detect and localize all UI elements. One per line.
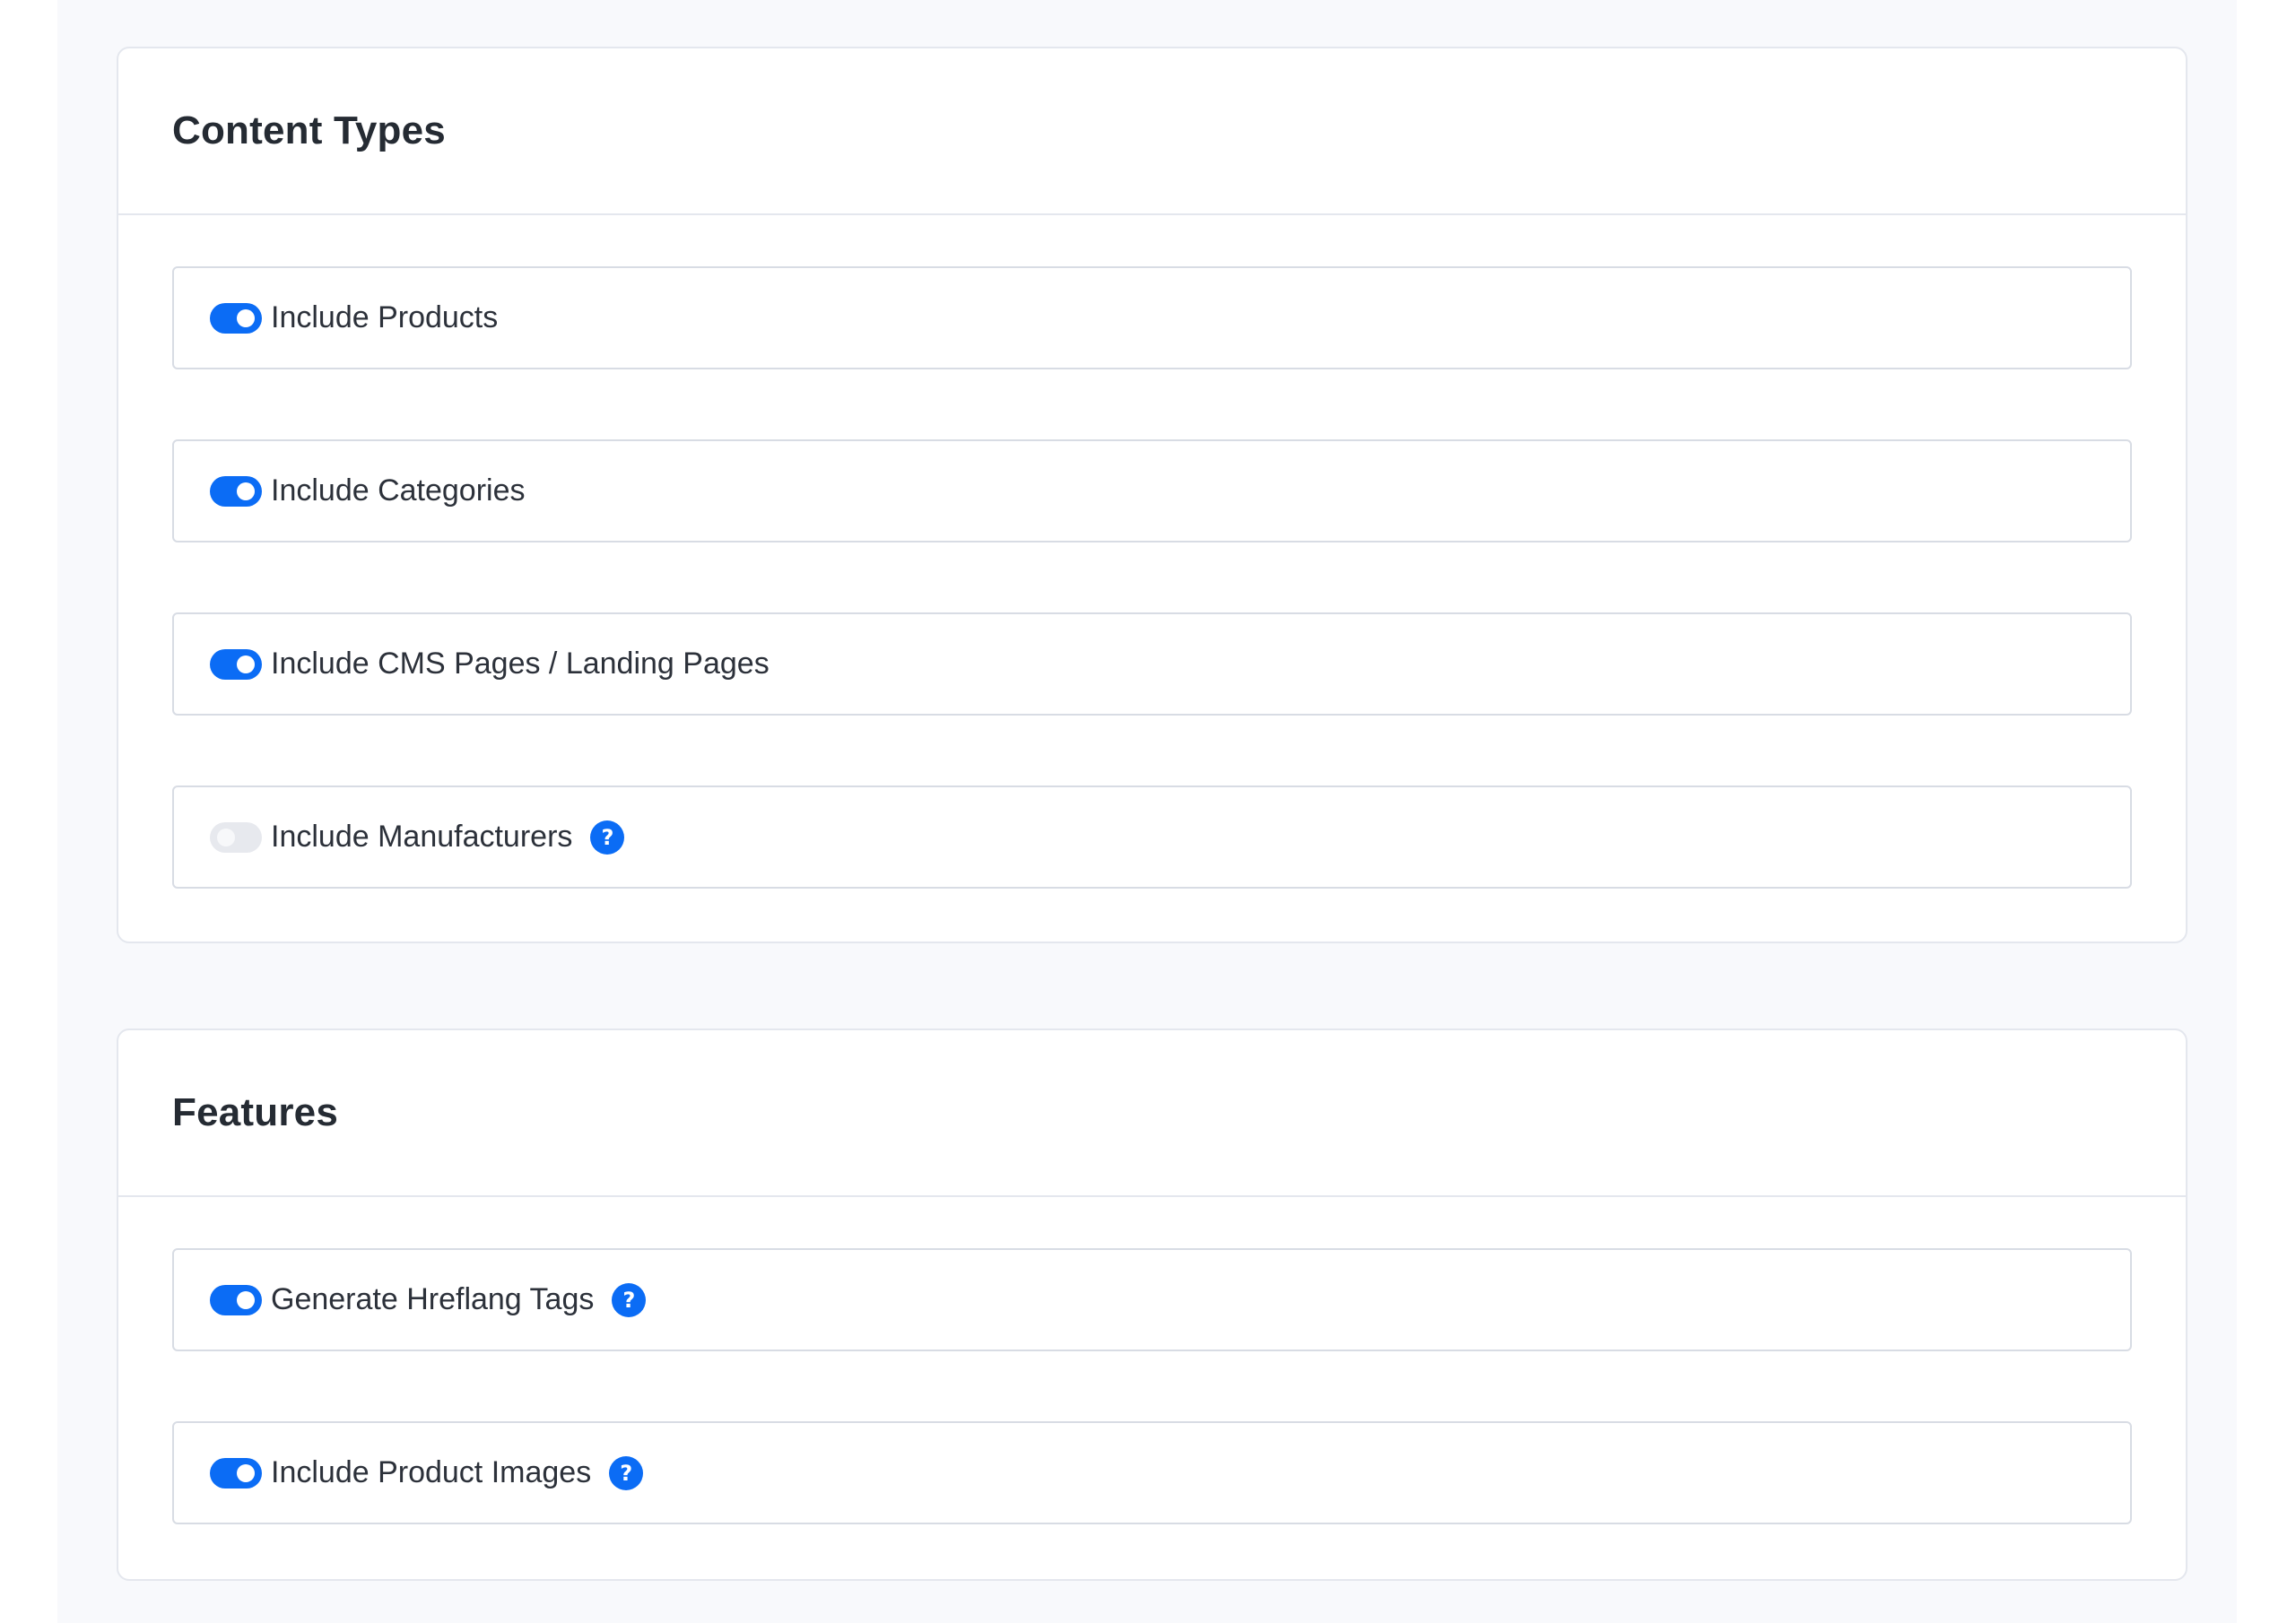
question-circle-icon[interactable]: ? xyxy=(590,820,625,855)
option-include-product-images: Include Product Images ? xyxy=(172,1421,2132,1524)
option-label: Include Manufacturers xyxy=(271,820,573,854)
option-include-products: Include Products xyxy=(172,266,2132,369)
question-circle-icon[interactable]: ? xyxy=(612,1282,647,1317)
features-card: Features Generate Hreflang Tags ? Includ… xyxy=(117,1028,2187,1581)
option-include-cms-pages: Include CMS Pages / Landing Pages xyxy=(172,612,2132,716)
toggle-knob xyxy=(237,308,255,327)
toggle-knob xyxy=(237,655,255,673)
option-label: Include Products xyxy=(271,300,499,334)
card-body: Include Products Include Categories Incl… xyxy=(118,215,2186,889)
content-types-card: Content Types Include Products Include C… xyxy=(117,47,2187,943)
question-circle-icon[interactable]: ? xyxy=(609,1455,644,1490)
toggle-knob xyxy=(237,482,255,500)
toggle-knob xyxy=(237,1463,255,1482)
option-include-categories: Include Categories xyxy=(172,439,2132,542)
card-header: Features xyxy=(118,1030,2186,1197)
option-label: Include CMS Pages / Landing Pages xyxy=(271,647,770,681)
card-header: Content Types xyxy=(118,48,2186,215)
toggle-switch-icon[interactable] xyxy=(210,821,262,853)
option-label: Include Product Images xyxy=(271,1455,592,1489)
toggle-switch-icon[interactable] xyxy=(210,302,262,334)
toggle-switch-icon[interactable] xyxy=(210,648,262,680)
toggle-switch-icon[interactable] xyxy=(210,475,262,507)
option-label: Include Categories xyxy=(271,473,526,508)
toggle-knob xyxy=(237,1290,255,1309)
toggle-knob xyxy=(217,828,235,846)
toggle-switch-icon[interactable] xyxy=(210,1457,262,1488)
option-include-manufacturers: Include Manufacturers ? xyxy=(172,785,2132,889)
toggle-switch-icon[interactable] xyxy=(210,1284,262,1315)
option-label: Generate Hreflang Tags xyxy=(271,1282,595,1316)
option-generate-hreflang-tags: Generate Hreflang Tags ? xyxy=(172,1248,2132,1351)
card-body: Generate Hreflang Tags ? Include Product… xyxy=(118,1197,2186,1524)
section-title: Features xyxy=(172,1090,339,1134)
section-title: Content Types xyxy=(172,108,446,152)
